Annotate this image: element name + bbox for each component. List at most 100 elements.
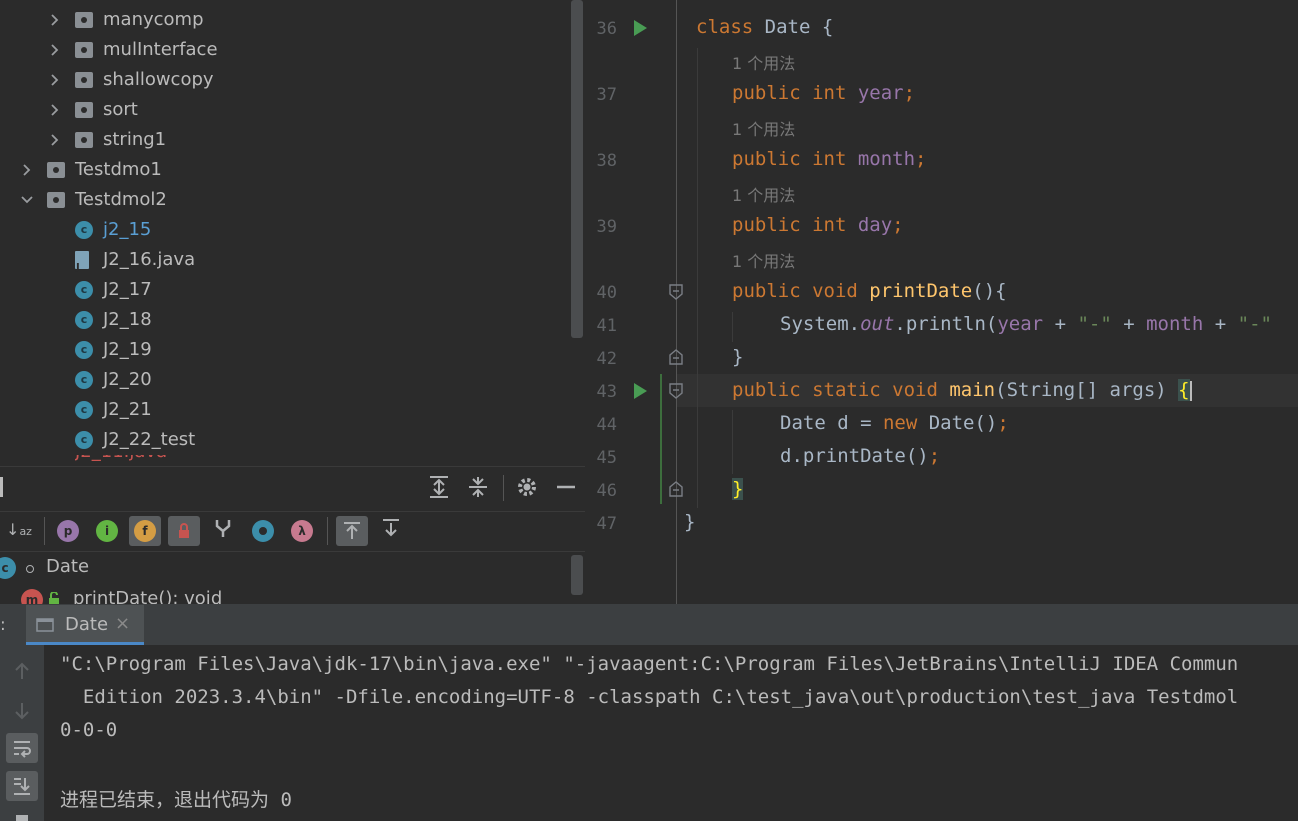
code-line-39[interactable]: public int day; — [732, 214, 904, 236]
field-filter-toggle[interactable]: f — [129, 516, 161, 546]
line-number: 43 — [596, 382, 617, 402]
code-line-38[interactable]: public int month; — [732, 148, 927, 170]
editor-gutter: 36 37 38 39 40 41 42 43 44 45 46 47 — [587, 0, 677, 604]
vcs-change-marker — [660, 374, 662, 504]
package-folder-icon — [75, 132, 93, 148]
tree-item[interactable]: c j2_15 — [0, 215, 570, 245]
code-line-43[interactable]: public static void main(String[] args) { — [732, 379, 1192, 401]
close-icon[interactable]: × — [115, 613, 130, 634]
console-icon — [36, 618, 54, 632]
fold-end-icon[interactable] — [669, 349, 683, 365]
class-icon: c — [75, 431, 93, 449]
tree-scrollbar[interactable] — [571, 0, 583, 338]
line-number: 41 — [596, 316, 617, 336]
fold-icon[interactable] — [669, 284, 683, 300]
print-icon[interactable] — [16, 815, 28, 821]
tree-item[interactable]: mulInterface — [0, 35, 570, 65]
arrow-down-icon[interactable] — [12, 701, 32, 721]
tree-item[interactable]: c J2_21 — [0, 395, 570, 425]
tree-item[interactable]: c J2_18 — [0, 305, 570, 335]
package-folder-icon — [75, 42, 93, 58]
project-tree: manycomp mulInterface shallowcopy sort strin… — [0, 0, 585, 466]
chevron-right-icon[interactable] — [48, 73, 62, 87]
lambda-icon[interactable]: λ — [291, 520, 313, 542]
inherited-icon[interactable]: i — [96, 520, 118, 542]
tree-item[interactable]: c J2_20 — [0, 365, 570, 395]
code-line-41[interactable]: System.out.println(year + "-" + month + … — [780, 313, 1272, 335]
line-number: 38 — [596, 151, 617, 171]
panel-title-fragment — [0, 477, 3, 497]
class-icon: c — [0, 557, 16, 579]
arrow-up-icon[interactable] — [12, 661, 32, 681]
tree-item[interactable]: Testdmol2 — [0, 185, 570, 215]
usage-hint[interactable]: 1 个用法 — [732, 182, 795, 206]
code-line-40[interactable]: public void printDate(){ — [732, 280, 1007, 302]
line-number: 45 — [596, 448, 617, 468]
tree-item[interactable]: shallowcopy — [0, 65, 570, 95]
code-line-47[interactable]: } — [684, 511, 695, 533]
tree-item[interactable]: c J2_19 — [0, 335, 570, 365]
gear-icon[interactable] — [514, 475, 540, 501]
tree-item-label: j2_15 — [103, 219, 152, 240]
code-line-45[interactable]: d.printDate(); — [780, 445, 940, 467]
tree-item[interactable]: Testdmo1 — [0, 155, 570, 185]
code-line-46[interactable]: } — [732, 478, 744, 500]
run-label-fragment: : — [0, 615, 6, 635]
soft-wrap-toggle[interactable] — [6, 733, 38, 763]
code-line-36[interactable]: class Date { — [696, 16, 833, 38]
tree-item[interactable]: c J2_17 — [0, 275, 570, 305]
expand-up-icon — [344, 522, 360, 539]
tree-item-label: J2_17 — [103, 279, 152, 300]
run-gutter-icon[interactable] — [634, 20, 647, 36]
collapse-all-icon[interactable] — [465, 475, 491, 501]
chevron-right-icon[interactable] — [48, 133, 62, 147]
soft-wrap-icon — [14, 741, 31, 758]
run-tab-date[interactable]: Date × — [26, 605, 144, 645]
code-line-44[interactable]: Date d = new Date(); — [780, 412, 1009, 434]
class-icon: c — [75, 221, 93, 239]
fold-icon[interactable] — [669, 383, 683, 399]
expand-all-icon[interactable] — [426, 475, 452, 501]
run-side-toolbar — [0, 645, 44, 821]
sort-alpha-icon[interactable]: ↓az — [6, 517, 32, 543]
chevron-down-icon[interactable] — [20, 193, 34, 207]
usage-hint[interactable]: 1 个用法 — [732, 116, 795, 140]
tree-item[interactable]: J2_16.java — [0, 245, 570, 283]
property-icon[interactable]: p — [57, 520, 79, 542]
lock-filter-toggle[interactable] — [168, 516, 200, 546]
tree-item[interactable]: sort — [0, 95, 570, 125]
console-line-5: 进程已结束，退出代码为 0 — [60, 789, 292, 811]
usage-hint[interactable]: 1 个用法 — [732, 248, 795, 272]
expand-down-icon[interactable] — [378, 518, 404, 544]
run-gutter-icon[interactable] — [634, 383, 647, 399]
package-folder-icon — [75, 72, 93, 88]
fold-end-icon[interactable] — [669, 481, 683, 497]
usage-hint[interactable]: 1 个用法 — [732, 50, 795, 74]
structure-scrollbar[interactable] — [571, 555, 583, 595]
chevron-right-icon[interactable] — [20, 163, 34, 177]
minimize-icon[interactable] — [553, 475, 579, 501]
tree-item[interactable]: c J2_22_test — [0, 425, 570, 455]
branch-icon[interactable] — [210, 517, 236, 543]
chevron-right-icon[interactable] — [48, 43, 62, 57]
toolbar-border — [0, 551, 585, 552]
expand-up-toggle[interactable] — [336, 516, 368, 546]
class-icon: c — [75, 311, 93, 329]
code-editor[interactable]: 36 37 38 39 40 41 42 43 44 45 46 47 class Date { 1 … — [587, 0, 1298, 604]
chevron-right-icon[interactable] — [48, 13, 62, 27]
structure-root-label[interactable]: Date — [46, 556, 89, 577]
line-number: 47 — [596, 514, 617, 534]
tree-item-label: J2_20 — [103, 369, 152, 390]
chevron-right-icon[interactable] — [48, 103, 62, 117]
gutter-border — [676, 0, 677, 604]
class-icon: c — [75, 371, 93, 389]
scroll-to-end-toggle[interactable] — [6, 771, 38, 801]
structure-member-label[interactable]: printDate(): void — [73, 588, 222, 605]
anonymous-icon[interactable] — [252, 520, 274, 542]
tree-item-label: J2_19 — [103, 339, 152, 360]
code-line-37[interactable]: public int year; — [732, 82, 915, 104]
tree-item-label: manycomp — [103, 9, 204, 30]
tree-item[interactable]: string1 — [0, 125, 570, 155]
tree-item[interactable]: manycomp — [0, 5, 570, 35]
code-line-42[interactable]: } — [732, 346, 743, 368]
